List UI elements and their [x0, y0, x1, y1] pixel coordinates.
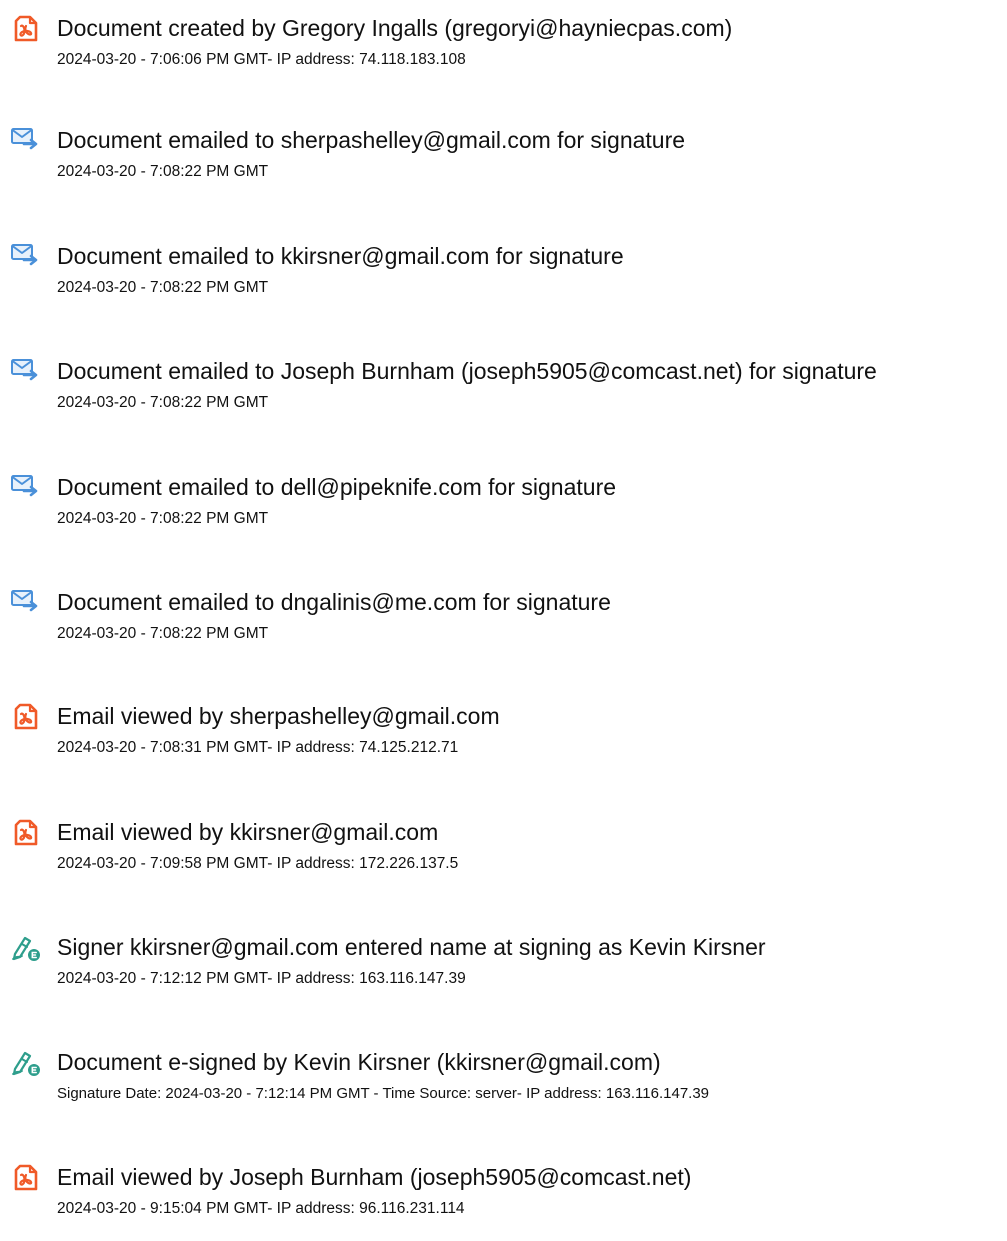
event-timestamp: 2024-03-20 - 7:08:22 PM GMT: [57, 625, 269, 642]
audit-event: Document emailed to dell@pipeknife.com f…: [0, 471, 1007, 551]
event-title: Document emailed to sherpashelley@gmail.…: [57, 127, 686, 153]
event-title: Document e-signed by Kevin Kirsner (kkir…: [57, 1049, 661, 1075]
email-sent-icon: [10, 124, 42, 156]
e-sign-pen-icon: [10, 931, 42, 963]
event-title: Document emailed to Joseph Burnham (jose…: [57, 358, 877, 384]
pdf-document-icon: [10, 816, 42, 848]
audit-event: Document created by Gregory Ingalls (gre…: [0, 12, 1007, 92]
event-title: Email viewed by Joseph Burnham (joseph59…: [57, 1164, 692, 1190]
audit-event: Document emailed to sherpashelley@gmail.…: [0, 124, 1007, 204]
email-sent-icon: [10, 471, 42, 503]
audit-event: Document e-signed by Kevin Kirsner (kkir…: [0, 1046, 1007, 1126]
event-timestamp: 2024-03-20 - 7:12:12 PM GMT- IP address:…: [57, 970, 466, 987]
event-title: Document emailed to dngalinis@me.com for…: [57, 589, 611, 615]
pdf-document-icon: [10, 1161, 42, 1193]
audit-event: Signer kkirsner@gmail.com entered name a…: [0, 931, 1007, 1011]
email-sent-icon: [10, 240, 42, 272]
audit-event: Document emailed to Joseph Burnham (jose…: [0, 355, 1007, 435]
audit-event: Document emailed to kkirsner@gmail.com f…: [0, 240, 1007, 320]
event-title: Document emailed to kkirsner@gmail.com f…: [57, 243, 624, 269]
audit-event: Email viewed by Joseph Burnham (joseph59…: [0, 1161, 1007, 1241]
event-title: Signer kkirsner@gmail.com entered name a…: [57, 934, 766, 960]
event-timestamp: 2024-03-20 - 7:06:06 PM GMT- IP address:…: [57, 51, 466, 68]
audit-event: Email viewed by sherpashelley@gmail.com …: [0, 700, 1007, 780]
event-timestamp: 2024-03-20 - 9:15:04 PM GMT- IP address:…: [57, 1200, 465, 1217]
event-title: Email viewed by kkirsner@gmail.com: [57, 819, 439, 845]
audit-event: Email viewed by kkirsner@gmail.com 2024-…: [0, 816, 1007, 896]
event-timestamp: 2024-03-20 - 7:08:22 PM GMT: [57, 510, 269, 527]
pdf-document-icon: [10, 700, 42, 732]
email-sent-icon: [10, 355, 42, 387]
event-title: Document emailed to dell@pipeknife.com f…: [57, 474, 617, 500]
audit-event: Document emailed to dngalinis@me.com for…: [0, 586, 1007, 666]
event-timestamp: 2024-03-20 - 7:08:22 PM GMT: [57, 394, 269, 411]
event-title: Email viewed by sherpashelley@gmail.com: [57, 703, 500, 729]
event-timestamp: 2024-03-20 - 7:08:22 PM GMT: [57, 279, 269, 296]
email-sent-icon: [10, 586, 42, 618]
e-sign-pen-icon: [10, 1046, 42, 1078]
event-timestamp: 2024-03-20 - 7:09:58 PM GMT- IP address:…: [57, 855, 459, 872]
event-title: Document created by Gregory Ingalls (gre…: [57, 15, 733, 41]
event-timestamp: Signature Date: 2024-03-20 - 7:12:14 PM …: [57, 1085, 710, 1102]
event-timestamp: 2024-03-20 - 7:08:31 PM GMT- IP address:…: [57, 739, 459, 756]
event-timestamp: 2024-03-20 - 7:08:22 PM GMT: [57, 163, 269, 180]
pdf-document-icon: [10, 12, 42, 44]
